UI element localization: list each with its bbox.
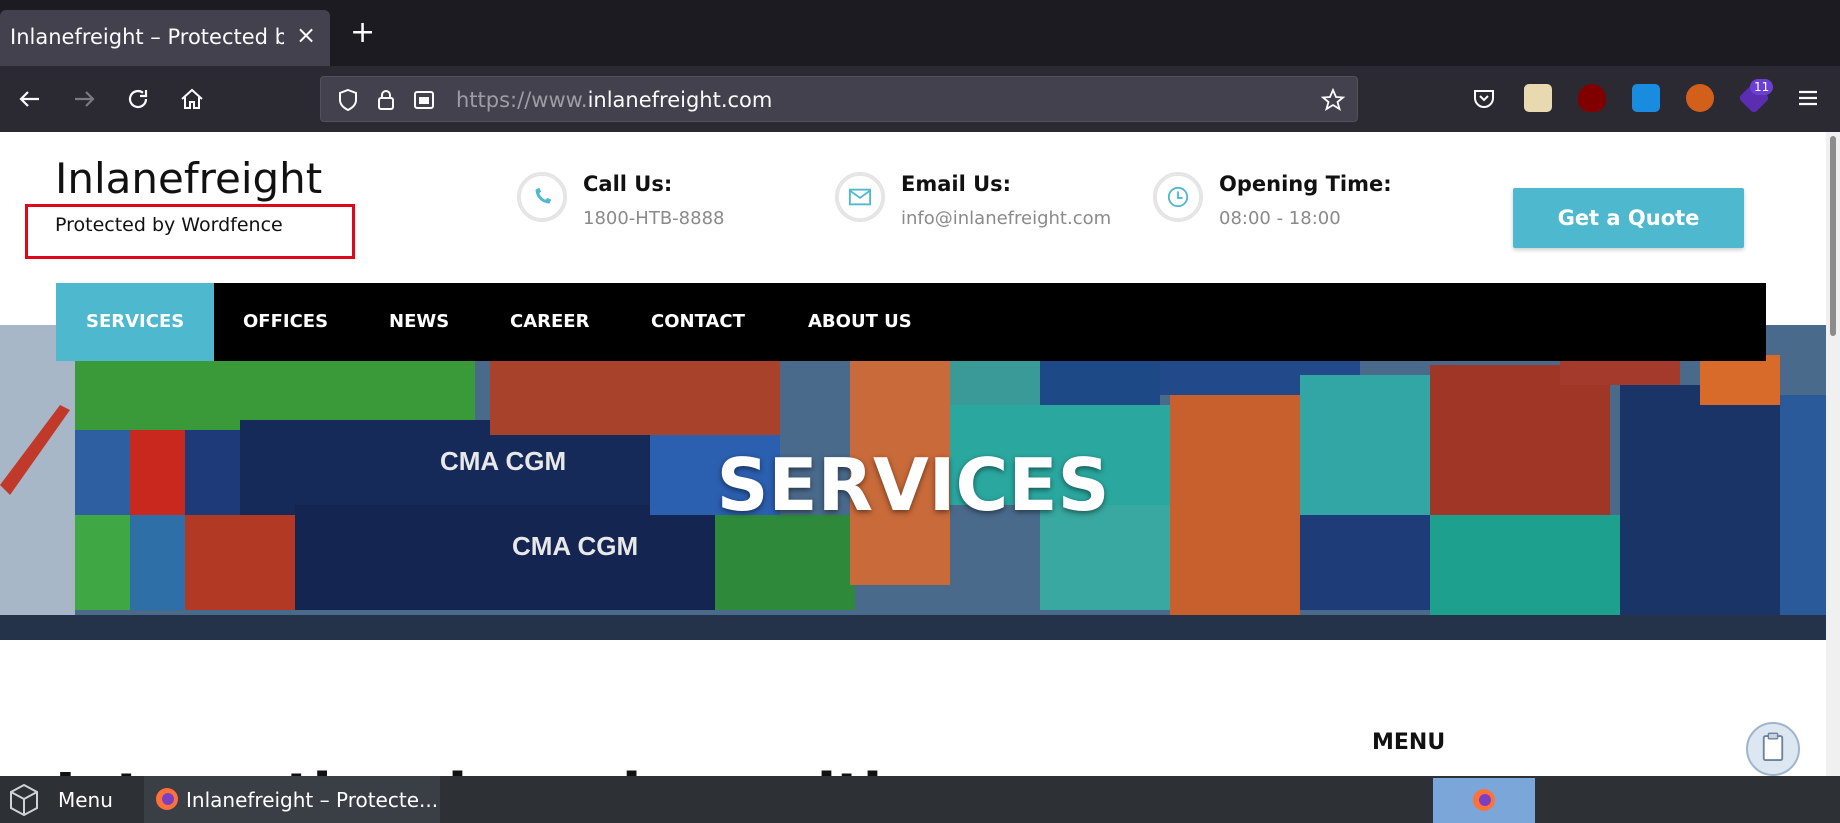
site-tagline: Protected by Wordfence	[55, 214, 283, 236]
bookmark-star-icon[interactable]	[1320, 87, 1346, 113]
extension-s-icon[interactable]	[1632, 84, 1660, 112]
contact-label: Email Us:	[901, 172, 1012, 196]
url-bar[interactable]: https://www.inlanefreight.com	[320, 76, 1358, 122]
tab-title: Inlanefreight – Protected by W	[10, 25, 284, 49]
contact-label: Opening Time:	[1219, 172, 1392, 196]
reload-icon[interactable]	[121, 82, 155, 116]
nav-toolbar: https://www.inlanefreight.com 11	[0, 66, 1840, 132]
nav-item-offices[interactable]: OFFICES	[243, 283, 328, 361]
nav-item-career[interactable]: CAREER	[510, 283, 589, 361]
clipboard-icon[interactable]	[1746, 722, 1800, 776]
phone-icon	[517, 172, 567, 222]
taskbar-window-firefox[interactable]: Inlanefreight – Protecte...	[144, 776, 440, 823]
container-logo: CMA CGM	[512, 531, 638, 561]
scrollbar-thumb[interactable]	[1830, 136, 1836, 336]
nav-item-about-us[interactable]: ABOUT US	[808, 283, 912, 361]
hero-banner: CMA CGM CMA CGM SERVICES	[0, 325, 1826, 640]
section-heading: International services with a dense and …	[55, 762, 1005, 776]
screen: Inlanefreight – Protected by W × +	[0, 0, 1840, 823]
back-icon[interactable]	[13, 82, 47, 116]
envelope-icon	[835, 172, 885, 222]
extension-cookie-icon[interactable]	[1524, 84, 1552, 112]
site-title[interactable]: Inlanefreight	[55, 154, 322, 203]
taskbar-window-label: Inlanefreight – Protecte...	[186, 788, 439, 812]
ublock-origin-icon[interactable]	[1578, 84, 1606, 112]
nav-item-contact[interactable]: CONTACT	[651, 283, 745, 361]
forward-icon[interactable]	[67, 82, 101, 116]
taskbar-active-firefox[interactable]	[1433, 778, 1535, 823]
home-icon[interactable]	[175, 82, 209, 116]
main-nav: SERVICES OFFICES NEWS CAREER CONTACT ABO…	[56, 283, 1766, 361]
os-taskbar: Menu Inlanefreight – Protecte...	[0, 776, 1840, 823]
new-tab-button[interactable]: +	[350, 18, 375, 48]
contact-value: 08:00 - 18:00	[1219, 208, 1341, 229]
side-menu-title: MENU	[1372, 730, 1446, 755]
nav-item-services[interactable]: SERVICES	[56, 283, 215, 361]
shield-icon[interactable]	[335, 87, 361, 113]
browser-tab[interactable]: Inlanefreight – Protected by W ×	[0, 10, 330, 66]
url-prefix: https://www.	[456, 88, 588, 112]
url-host: inlanefreight.com	[587, 88, 773, 112]
get-a-quote-button[interactable]: Get a Quote	[1513, 188, 1744, 248]
tab-close-icon[interactable]: ×	[296, 21, 316, 49]
url-text[interactable]: https://www.inlanefreight.com	[456, 88, 772, 112]
hamburger-menu-icon[interactable]	[1794, 84, 1822, 112]
firefox-icon	[156, 788, 178, 810]
permissions-icon[interactable]	[411, 87, 437, 113]
extension-round-icon[interactable]	[1686, 84, 1714, 112]
contact-value[interactable]: 1800-HTB-8888	[583, 208, 725, 229]
menu-cube-icon[interactable]	[6, 782, 42, 818]
start-menu-button[interactable]: Menu	[58, 788, 113, 812]
web-page: Inlanefreight Protected by Wordfence Cal…	[0, 132, 1826, 776]
contact-label: Call Us:	[583, 172, 673, 196]
contact-value[interactable]: info@inlanefreight.com	[901, 208, 1111, 229]
firefox-icon	[1473, 789, 1495, 811]
pocket-icon[interactable]	[1470, 84, 1498, 112]
tab-bar: Inlanefreight – Protected by W × +	[0, 0, 1840, 66]
nav-item-news[interactable]: NEWS	[389, 283, 449, 361]
hero-title: SERVICES	[716, 443, 1110, 527]
extension-badge: 11	[1750, 79, 1774, 95]
lock-icon[interactable]	[373, 87, 399, 113]
clock-icon	[1153, 172, 1203, 222]
page-scrollbar[interactable]	[1826, 132, 1840, 776]
